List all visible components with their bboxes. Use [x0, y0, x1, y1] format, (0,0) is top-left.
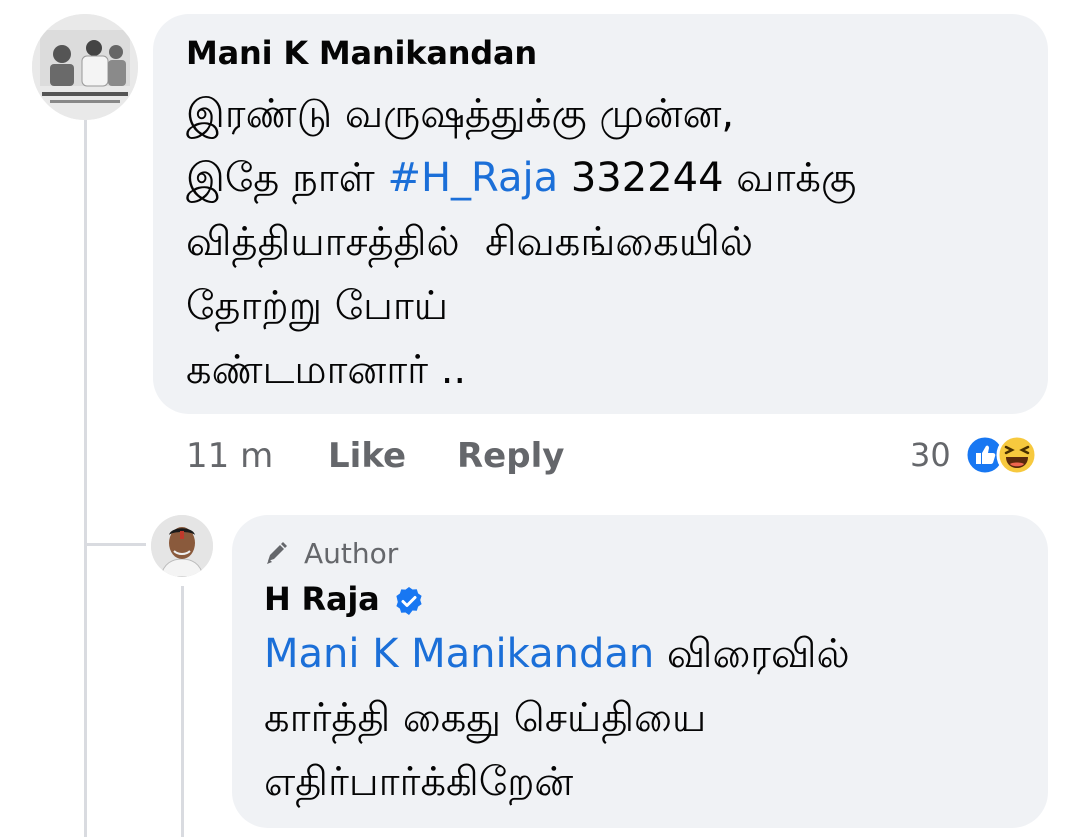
- hashtag-link[interactable]: #H_Raja: [387, 155, 558, 201]
- comment-text-line-4: தோற்று போய்: [186, 283, 449, 329]
- thread-line-main-lower: [84, 546, 87, 837]
- mention-link[interactable]: Mani K Manikandan: [264, 631, 654, 677]
- pencil-icon: [267, 542, 287, 564]
- reaction-count: 30: [910, 436, 951, 474]
- thread-line-main: [84, 120, 87, 545]
- author-badge-label: Author: [304, 537, 399, 570]
- reply-text-line-2: கார்த்தி கைது செய்தியை: [264, 695, 707, 741]
- comment-text-line-3: வித்தியாசத்தில் சிவகங்கையில்: [186, 219, 754, 265]
- avatar-photo-icon: [151, 515, 213, 577]
- like-button[interactable]: Like: [328, 436, 406, 476]
- reaction-summary[interactable]: 30: [908, 434, 1048, 480]
- comment-text-line-2-end: 332244 வாக்கு: [558, 155, 857, 201]
- comment-text-line-2: இதே நாள் #H_Raja 332244 வாக்கு: [186, 150, 856, 206]
- reply-text-line-1: Mani K Manikandan விரைவில்: [264, 626, 850, 682]
- comment-author-name[interactable]: Mani K Manikandan: [186, 34, 537, 72]
- verified-check-icon: [396, 587, 422, 615]
- reply-button[interactable]: Reply: [457, 436, 564, 476]
- haha-icon: [996, 434, 1038, 476]
- comment-actions: 11 m Like Reply: [0, 436, 1067, 480]
- commenter-avatar[interactable]: [32, 14, 138, 120]
- reply-text-line-3: எதிர்பார்க்கிறேன்: [264, 759, 574, 805]
- reply-author-name[interactable]: H Raja: [264, 580, 380, 618]
- comment-text-line-1: இரண்டு வருஷத்துக்கு முன்ன,: [186, 91, 735, 137]
- comment-timestamp[interactable]: 11 m: [186, 436, 273, 476]
- reply-author-avatar[interactable]: [151, 515, 213, 577]
- comment-text-line-5: கண்டமானார் ..: [186, 347, 467, 393]
- reply-text-line-1-rest: விரைவில்: [654, 631, 850, 677]
- comment-text-line-2-start: இதே நாள்: [186, 155, 388, 201]
- thread-line-reply: [181, 586, 184, 837]
- avatar-photo-icon: [32, 14, 138, 120]
- thread-line-branch: [84, 543, 146, 546]
